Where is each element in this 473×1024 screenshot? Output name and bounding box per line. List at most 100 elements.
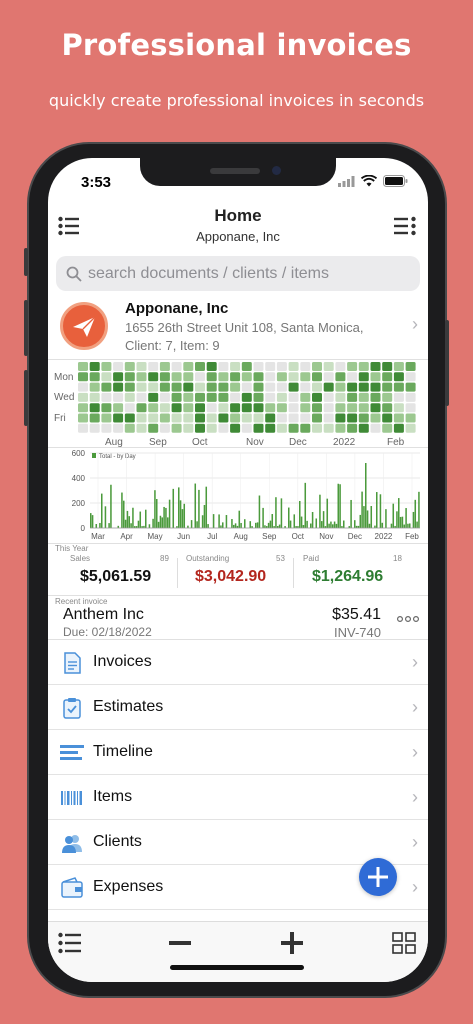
heatmap-cell xyxy=(265,382,276,392)
heatmap-cell xyxy=(358,413,369,423)
chevron-right-icon: › xyxy=(412,787,418,807)
heatmap-cell xyxy=(300,392,311,402)
paper-plane-icon xyxy=(73,316,96,337)
plus-icon[interactable] xyxy=(280,931,304,955)
heatmap-cell xyxy=(335,362,346,371)
chart-bar xyxy=(123,500,125,528)
menu-label: Timeline xyxy=(93,743,153,760)
heatmap-cell xyxy=(288,403,299,413)
chart-bar xyxy=(128,516,131,528)
heatmap-cell xyxy=(206,372,217,382)
heatmap-month: Feb xyxy=(387,437,405,448)
divider xyxy=(177,558,178,588)
chart-x-tick-label: May xyxy=(148,532,163,541)
menu-item-items[interactable]: Items › xyxy=(48,775,428,820)
outstanding-label: Outstanding xyxy=(186,554,230,563)
heatmap-month: Dec xyxy=(289,437,307,448)
company-logo xyxy=(60,302,108,350)
heatmap-cell xyxy=(183,392,194,402)
grid-icon[interactable] xyxy=(392,932,416,954)
more-icon[interactable] xyxy=(397,615,419,623)
heatmap-cell xyxy=(113,413,124,423)
heatmap-cell xyxy=(288,423,299,433)
status-icons xyxy=(338,175,408,187)
chart-bar xyxy=(234,523,237,528)
heatmap-cell xyxy=(195,413,205,423)
search-input[interactable]: search documents / clients / items xyxy=(56,256,420,291)
chart-bar xyxy=(201,515,204,528)
battery-icon xyxy=(383,175,408,187)
heatmap-cell xyxy=(113,362,124,371)
chart-bar xyxy=(288,507,290,528)
recent-due-date: Due: 02/18/2022 xyxy=(63,625,152,639)
heatmap-cell xyxy=(347,423,358,433)
chart-bar xyxy=(370,506,373,528)
heatmap-cell xyxy=(195,403,205,413)
heatmap-cell xyxy=(370,372,381,382)
heatmap-cell xyxy=(405,392,416,402)
chart-bar xyxy=(311,512,314,528)
heatmap-cell xyxy=(241,392,252,402)
list-icon[interactable] xyxy=(58,932,82,954)
heatmap-cell xyxy=(78,403,88,413)
heatmap-cell xyxy=(171,372,182,382)
heatmap-cell xyxy=(171,413,182,423)
heatmap-cell xyxy=(347,382,358,392)
menu-item-estimates[interactable]: Estimates › xyxy=(48,685,428,730)
heatmap-cell xyxy=(393,413,404,423)
chevron-right-icon: › xyxy=(412,742,418,762)
chart-bar xyxy=(412,511,415,528)
options-list-icon[interactable] xyxy=(394,216,416,241)
heatmap-cell xyxy=(382,392,393,402)
heatmap-cell xyxy=(218,403,229,413)
chart-bar xyxy=(152,518,154,528)
volume-down-button xyxy=(24,370,28,426)
heatmap-cell xyxy=(195,392,205,402)
hero-title: Professional invoices xyxy=(61,28,412,62)
minus-icon[interactable] xyxy=(168,931,192,955)
heatmap-cell xyxy=(276,403,287,413)
heatmap-cell xyxy=(288,362,299,371)
chart-bar xyxy=(132,507,134,528)
company-card[interactable]: Apponane, Inc 1655 26th Street Unit 108,… xyxy=(48,296,428,360)
chart-bar xyxy=(396,511,398,528)
company-address: 1655 26th Street Unit 108, Santa Monica, xyxy=(125,320,364,335)
heatmap-cell xyxy=(300,403,311,413)
chart-bar xyxy=(256,522,259,528)
heatmap-cell xyxy=(265,423,276,433)
menu-item-timeline[interactable]: Timeline › xyxy=(48,730,428,775)
chart-bar xyxy=(190,520,193,528)
heatmap-cell xyxy=(206,423,217,433)
chevron-right-icon: › xyxy=(412,697,418,717)
heatmap-cell xyxy=(78,382,88,392)
heatmap-cell xyxy=(300,372,311,382)
add-fab-button[interactable] xyxy=(359,858,397,896)
chart-bar xyxy=(181,509,184,528)
chart-bar xyxy=(416,521,418,528)
chart-bar xyxy=(379,494,382,528)
chart-bar xyxy=(385,509,387,528)
menu-item-invoices[interactable]: Invoices › xyxy=(48,640,428,685)
heatmap-cell xyxy=(89,382,100,392)
chevron-right-icon: › xyxy=(412,832,418,852)
heatmap-cell xyxy=(370,362,381,371)
chart-y-tick-label: 600 xyxy=(72,449,86,458)
heatmap-cell xyxy=(206,403,217,413)
signal-icon xyxy=(338,175,355,187)
heatmap-cell xyxy=(183,423,194,433)
recent-invoice[interactable]: Recent invoice Anthem Inc Due: 02/18/202… xyxy=(48,596,428,640)
heatmap-cell xyxy=(288,372,299,382)
paid-count: 18 xyxy=(393,554,402,563)
heatmap-cell xyxy=(148,382,159,392)
hero-subtitle: quickly create professional invoices in … xyxy=(48,91,425,110)
heatmap-cell xyxy=(136,362,147,371)
daily-total-chart: 600 400 200 0 Total - by Day Mar Apr May Jun Jul A… xyxy=(48,448,428,544)
heatmap-cell xyxy=(230,382,241,392)
heatmap-cell xyxy=(288,382,299,392)
heatmap-cell xyxy=(347,392,358,402)
heatmap-cell xyxy=(323,413,334,423)
chart-bar xyxy=(104,506,107,528)
heatmap-cell xyxy=(136,413,147,423)
heatmap-cell xyxy=(171,403,182,413)
chart-bar xyxy=(343,520,345,528)
